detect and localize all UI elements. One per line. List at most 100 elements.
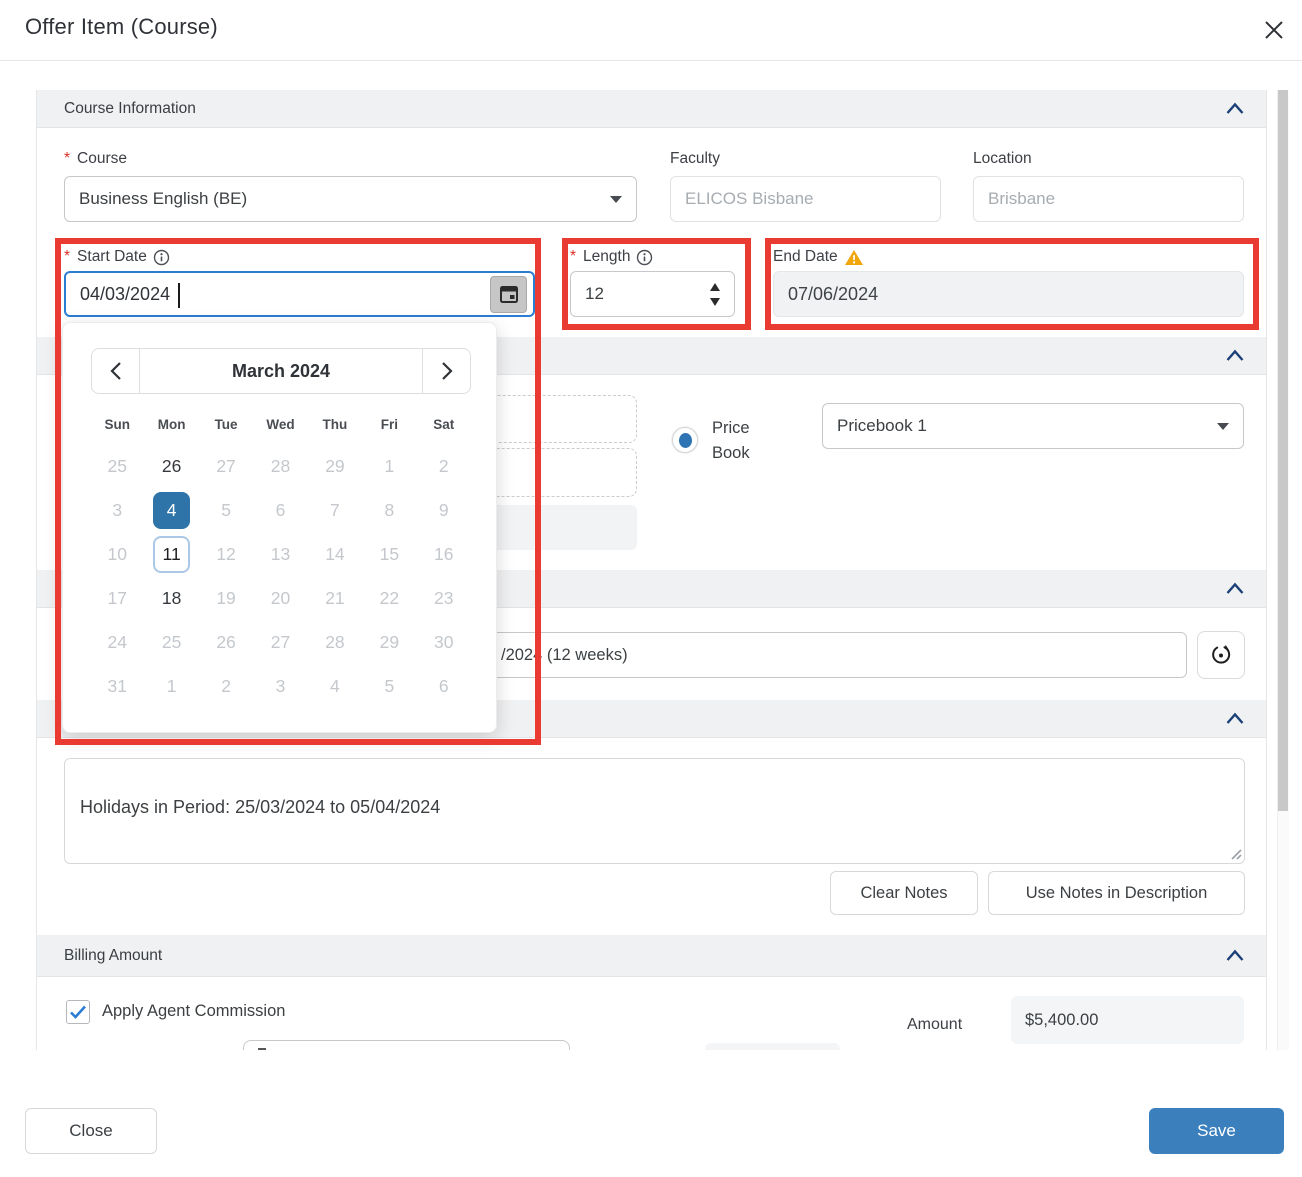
check-icon: [69, 1004, 87, 1020]
calendar-day: 6: [253, 488, 307, 532]
calendar-day: 15: [362, 532, 416, 576]
info-icon[interactable]: [153, 249, 170, 266]
calendar-day: 13: [253, 532, 307, 576]
calendar-day[interactable]: 26: [144, 444, 198, 488]
end-date-value: 07/06/2024: [788, 284, 878, 305]
chevron-left-icon: [110, 361, 122, 381]
save-button[interactable]: Save: [1149, 1108, 1284, 1154]
reset-icon: [1210, 644, 1232, 666]
calendar-day: 16: [417, 532, 471, 576]
calendar-day[interactable]: 18: [144, 576, 198, 620]
apply-agent-commission-checkbox[interactable]: [66, 1000, 90, 1024]
calendar-day: 17: [90, 576, 144, 620]
calendar-day: 19: [199, 576, 253, 620]
calendar-nav: March 2024: [91, 348, 471, 394]
chevron-up-icon[interactable]: [1226, 102, 1244, 115]
chevron-up-icon[interactable]: [1226, 349, 1244, 362]
calendar-day: 14: [308, 532, 362, 576]
calendar-weekday: Tue: [199, 413, 253, 435]
location-field: Brisbane: [973, 176, 1244, 222]
faculty-label: Faculty: [670, 150, 720, 168]
reset-button[interactable]: [1197, 631, 1245, 679]
calendar-day: 30: [417, 620, 471, 664]
chevron-up-icon[interactable]: [1226, 582, 1244, 595]
calendar-icon[interactable]: [490, 276, 527, 313]
clear-notes-button[interactable]: Clear Notes: [830, 871, 978, 915]
price-book-radio-label: Price Book: [712, 416, 784, 466]
text-cursor: [178, 283, 180, 308]
notes-textarea[interactable]: Holidays in Period: 25/03/2024 to 05/04/…: [64, 758, 1245, 864]
calendar-day: 26: [199, 620, 253, 664]
chevron-down-icon: [1217, 423, 1229, 430]
calendar-day: 6: [417, 664, 471, 708]
calendar-day: 22: [362, 576, 416, 620]
calendar-weekday: Mon: [144, 413, 198, 435]
calendar-day: 25: [90, 444, 144, 488]
chevron-up-icon[interactable]: [1226, 949, 1244, 962]
calendar-weekdays: SunMonTueWedThuFriSat: [90, 413, 471, 435]
end-date-label: End Date: [773, 248, 864, 266]
calendar-weekday: Thu: [308, 413, 362, 435]
previous-month-button[interactable]: [92, 349, 139, 393]
faculty-value: ELICOS Bisbane: [685, 189, 814, 209]
required-asterisk: *: [64, 150, 70, 168]
required-asterisk: *: [64, 248, 70, 266]
apply-agent-commission-label: Apply Agent Commission: [102, 1002, 285, 1021]
start-date-input[interactable]: 04/03/2024: [64, 271, 535, 317]
length-input[interactable]: 12: [570, 271, 735, 317]
calendar-weekday: Fri: [362, 413, 416, 435]
end-date-field: 07/06/2024: [773, 271, 1244, 317]
calendar-day: 4: [308, 664, 362, 708]
chevron-down-icon: [610, 196, 622, 203]
calendar-day: 28: [308, 620, 362, 664]
page-title: Offer Item (Course): [25, 14, 218, 40]
calendar-day: 27: [253, 620, 307, 664]
start-date-value: 04/03/2024: [80, 284, 170, 305]
number-stepper[interactable]: [710, 283, 720, 306]
date-picker-popup: March 2024 SunMonTueWedThuFriSat 2526272…: [62, 322, 497, 733]
amount-field: $5,400.00: [1011, 996, 1244, 1044]
course-label: *Course: [64, 150, 127, 168]
clipped-gray-box: [705, 1043, 840, 1050]
calendar-day: 2: [417, 444, 471, 488]
course-select[interactable]: Business English (BE): [64, 176, 637, 222]
faculty-field: ELICOS Bisbane: [670, 176, 941, 222]
chevron-right-icon: [441, 361, 453, 381]
calendar-day: 1: [144, 664, 198, 708]
next-month-button[interactable]: [423, 349, 470, 393]
header-divider: [0, 60, 1302, 61]
use-notes-in-description-button[interactable]: Use Notes in Description: [988, 871, 1245, 915]
section-header-course-information[interactable]: Course Information: [37, 90, 1266, 128]
calendar-day: 3: [90, 488, 144, 532]
calendar-weekday: Sun: [90, 413, 144, 435]
calendar-month-label[interactable]: March 2024: [139, 349, 423, 393]
scrollbar-thumb[interactable]: [1278, 90, 1288, 811]
price-book-radio[interactable]: [672, 427, 698, 453]
length-label: *Length: [570, 248, 653, 266]
calendar-day: 5: [362, 664, 416, 708]
length-value: 12: [585, 284, 604, 304]
pricebook-select[interactable]: Pricebook 1: [822, 403, 1244, 449]
required-asterisk: *: [570, 248, 576, 266]
chevron-up-icon[interactable]: [1226, 712, 1244, 725]
calendar-day: 12: [199, 532, 253, 576]
close-icon[interactable]: [1258, 14, 1290, 46]
calendar-day: 28: [253, 444, 307, 488]
calendar-weekday: Sat: [417, 413, 471, 435]
amount-label: Amount: [907, 1016, 962, 1034]
pricebook-select-value: Pricebook 1: [837, 416, 927, 436]
info-icon[interactable]: [636, 249, 653, 266]
close-button[interactable]: Close: [25, 1108, 157, 1154]
warning-icon: [844, 249, 864, 266]
calendar-day[interactable]: 4: [144, 488, 198, 532]
stepper-down-icon[interactable]: [710, 298, 720, 306]
section-header-billing-amount[interactable]: Billing Amount: [37, 935, 1266, 977]
stepper-up-icon[interactable]: [710, 283, 720, 291]
section-title: Billing Amount: [64, 947, 162, 965]
calendar-day[interactable]: 11: [144, 532, 198, 576]
start-date-label: *Start Date: [64, 248, 170, 266]
calendar-day: 3: [253, 664, 307, 708]
calendar-day: 29: [308, 444, 362, 488]
calendar-day: 2: [199, 664, 253, 708]
location-label: Location: [973, 150, 1032, 168]
